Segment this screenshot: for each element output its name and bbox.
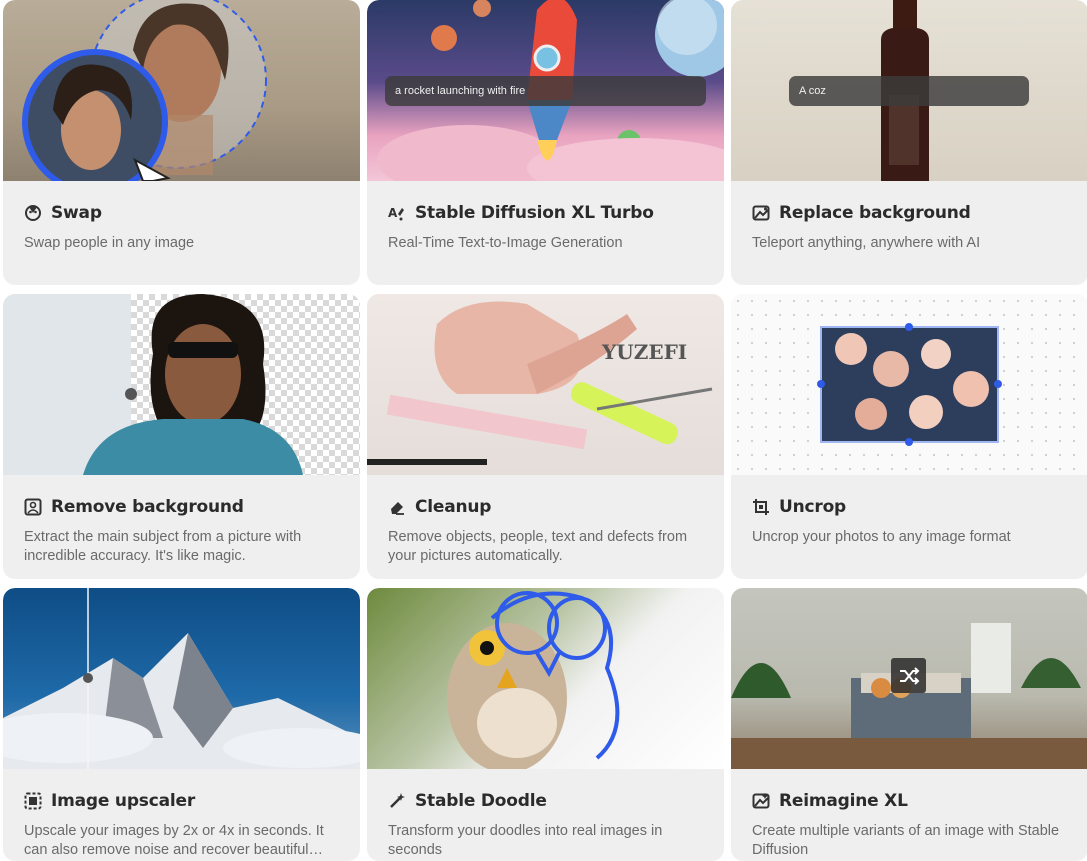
- image-upscaler-thumbnail: [3, 588, 360, 769]
- eraser-icon: [388, 498, 406, 516]
- replace-background-thumbnail: A coz: [731, 0, 1087, 181]
- card-title: Image upscaler: [51, 791, 196, 811]
- card-title: Reimagine XL: [779, 791, 908, 811]
- card-description: Swap people in any image: [24, 235, 195, 251]
- card-description: Extract the main subject from a picture …: [24, 529, 302, 564]
- magic-wand-icon: [388, 792, 406, 810]
- prompt-text: A coz: [799, 85, 826, 97]
- card-title: Swap: [51, 203, 102, 223]
- card-remove-background[interactable]: Remove background Extract the main subje…: [3, 294, 360, 579]
- uncrop-icon: [752, 498, 770, 516]
- uncrop-thumbnail: [731, 294, 1087, 475]
- remove-background-icon: [24, 498, 42, 516]
- card-title: Cleanup: [415, 497, 492, 517]
- shuffle-icon[interactable]: [894, 661, 924, 691]
- text-to-image-icon: A: [388, 204, 406, 222]
- reimagine-xl-thumbnail: [731, 588, 1087, 769]
- card-stable-doodle[interactable]: Stable Doodle Transform your doodles int…: [367, 588, 724, 861]
- card-description: Remove objects, people, text and defects…: [388, 529, 688, 564]
- card-swap[interactable]: Swap Swap people in any image: [3, 0, 360, 285]
- reimagine-icon: [752, 792, 770, 810]
- card-title: Stable Doodle: [415, 791, 547, 811]
- card-cleanup[interactable]: YUZEFI Cleanup Remove objects, people, t…: [367, 294, 724, 579]
- card-description: Uncrop your photos to any image format: [752, 529, 1011, 545]
- replace-background-icon: [752, 204, 770, 222]
- cleanup-thumbnail: YUZEFI: [367, 294, 724, 475]
- card-title: Replace background: [779, 203, 971, 223]
- prompt-input: a rocket launching with fire: [385, 76, 706, 106]
- card-uncrop[interactable]: Uncrop Uncrop your photos to any image f…: [731, 294, 1087, 579]
- card-description: Real-Time Text-to-Image Generation: [388, 235, 623, 251]
- prompt-text: a rocket launching with fire: [395, 85, 526, 97]
- swap-thumbnail: [3, 0, 360, 181]
- sdxl-turbo-thumbnail: a rocket launching with fire: [367, 0, 724, 181]
- card-sdxl-turbo[interactable]: a rocket launching with fire A Stable Di…: [367, 0, 724, 285]
- remove-background-thumbnail: [3, 294, 360, 475]
- card-title: Remove background: [51, 497, 244, 517]
- upscale-icon: [24, 792, 42, 810]
- card-description: Teleport anything, anywhere with AI: [752, 235, 981, 251]
- card-title: Uncrop: [779, 497, 847, 517]
- card-description: Transform your doodles into real images …: [388, 823, 663, 858]
- stable-doodle-thumbnail: [367, 588, 724, 769]
- card-description: Upscale your images by 2x or 4x in secon…: [24, 823, 324, 858]
- card-image-upscaler[interactable]: Image upscaler Upscale your images by 2x…: [3, 588, 360, 861]
- svg-text:A: A: [388, 206, 398, 220]
- prompt-input: A coz: [789, 76, 1029, 106]
- face-swap-icon: [24, 204, 42, 222]
- card-reimagine-xl[interactable]: Reimagine XL Create multiple variants of…: [731, 588, 1087, 861]
- svg-text:YUZEFI: YUZEFI: [601, 340, 687, 364]
- card-description: Create multiple variants of an image wit…: [752, 823, 1060, 858]
- card-replace-background[interactable]: A coz Replace background Teleport anythi…: [731, 0, 1087, 285]
- card-title: Stable Diffusion XL Turbo: [415, 203, 654, 223]
